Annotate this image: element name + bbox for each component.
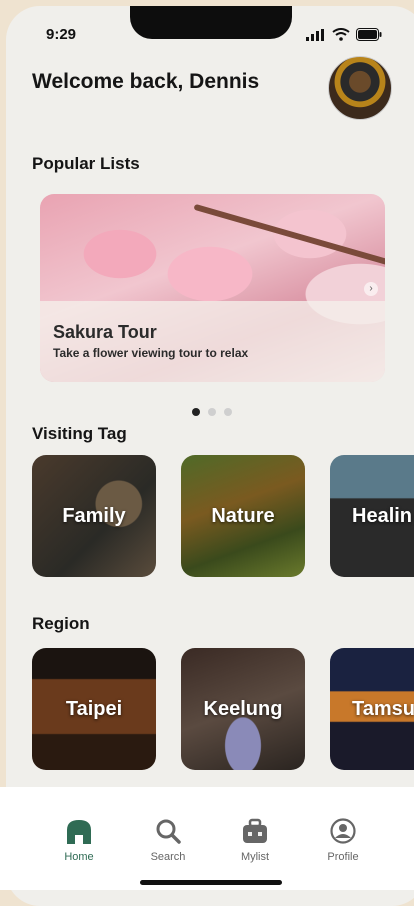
home-icon <box>67 820 91 844</box>
signal-icon <box>306 28 324 41</box>
tag-card-nature[interactable]: Nature <box>181 455 305 577</box>
carousel-dot[interactable] <box>208 408 216 416</box>
region-card-taipei[interactable]: Taipei <box>32 648 156 770</box>
chevron-right-icon[interactable]: › <box>364 282 378 296</box>
search-icon <box>156 819 181 844</box>
region-card-label: Tamsu <box>352 697 414 720</box>
tab-home-label: Home <box>64 851 94 863</box>
tab-search-label: Search <box>150 851 186 863</box>
tag-card-label: Nature <box>211 504 275 527</box>
bag-icon <box>243 818 267 843</box>
carousel-dots <box>192 408 232 416</box>
hero-decoration <box>193 203 385 271</box>
hero-subtitle: Take a flower viewing tour to relax <box>53 346 249 360</box>
home-indicator <box>140 880 282 885</box>
tab-profile-label: Profile <box>327 851 359 863</box>
tab-home[interactable]: Home <box>49 818 109 863</box>
battery-icon <box>356 28 382 41</box>
tab-profile[interactable]: Profile <box>313 818 373 863</box>
tag-card-healing[interactable]: Healin <box>330 455 414 577</box>
phone-screen: 9:29 Welcome back, Dennis Popular Lists … <box>6 6 414 906</box>
status-icons <box>306 28 382 41</box>
region-card-tamsui[interactable]: Tamsu <box>330 648 414 770</box>
sakura-tour-card[interactable]: Sakura Tour Take a flower viewing tour t… <box>40 194 385 382</box>
notch <box>130 6 292 39</box>
tab-mylist-label: Mylist <box>240 851 270 863</box>
tag-card-label: Healin <box>352 504 413 527</box>
region-card-keelung[interactable]: Keelung <box>181 648 305 770</box>
tag-card-family[interactable]: Family <box>32 455 156 577</box>
tab-mylist[interactable]: Mylist <box>225 818 285 863</box>
carousel-dot[interactable] <box>192 408 200 416</box>
welcome-heading: Welcome back, Dennis <box>32 70 260 93</box>
status-time: 9:29 <box>46 26 77 43</box>
wifi-icon <box>332 28 350 41</box>
popular-lists-title: Popular Lists <box>32 154 140 173</box>
region-title: Region <box>32 614 90 633</box>
region-card-label: Keelung <box>203 697 283 720</box>
tab-search[interactable]: Search <box>138 818 198 863</box>
tag-card-label: Family <box>62 504 126 527</box>
hero-title: Sakura Tour <box>53 322 157 342</box>
visiting-tag-title: Visiting Tag <box>32 424 127 443</box>
carousel-dot[interactable] <box>224 408 232 416</box>
avatar[interactable] <box>328 56 392 120</box>
profile-icon <box>330 818 356 844</box>
region-card-label: Taipei <box>65 697 123 720</box>
